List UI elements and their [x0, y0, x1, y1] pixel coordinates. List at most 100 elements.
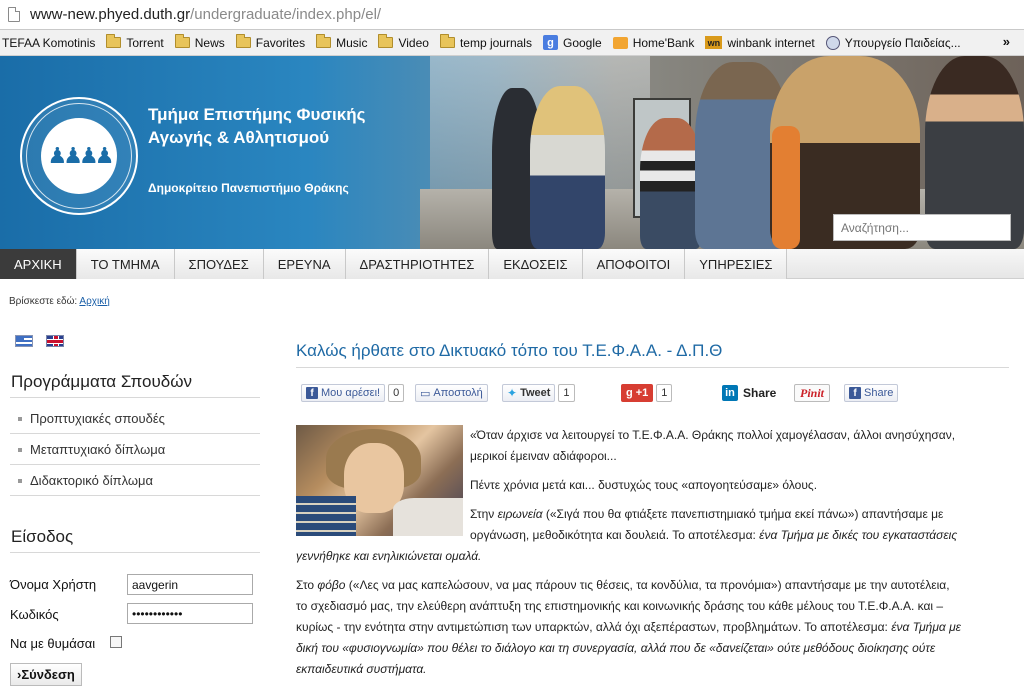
site-banner: ♟♟♟♟ Τμήμα Επιστήμης Φυσικής Αγωγής & Αθ…	[0, 56, 1024, 249]
article-photo	[296, 425, 463, 536]
fb-like-button[interactable]: f Μου αρέσει!	[301, 384, 386, 402]
divider	[10, 433, 260, 434]
bullet-icon	[18, 447, 22, 452]
facebook-icon: f	[306, 387, 318, 399]
article-paragraph-4e: εκπαιδευτικά συστήματα.	[296, 662, 427, 676]
programs-heading: Προγράμματα Σπουδών	[11, 372, 193, 391]
folder-icon	[316, 34, 332, 48]
gplus-widget: g +1 1	[621, 383, 673, 403]
nav-tab-services[interactable]: ΥΠΗΡΕΣΙΕΣ	[685, 249, 788, 279]
article-paragraph-3b: οργάνωση, μεθοδικότητα και δουλειά. Το α…	[470, 528, 958, 542]
nav-tab-alumni[interactable]: ΑΠΟΦΟΙΤΟΙ	[582, 249, 686, 279]
tweet-button[interactable]: ✦ Tweet	[502, 384, 556, 402]
article-paragraph-3: Στην ειρωνεία («Σιγά που θα φτιάξετε παν…	[470, 507, 944, 521]
login-heading: Είσοδος	[11, 527, 74, 546]
article-paragraph-4c: κυρίως - την ενότητα στην αντιμετώπιση τ…	[296, 620, 961, 634]
nav-tab-research[interactable]: ΕΡΕΥΝΑ	[263, 249, 346, 279]
bookmark-favorites[interactable]: Favorites	[235, 34, 305, 50]
title-divider	[296, 367, 1009, 368]
bookmark-winbank[interactable]: wn winbank internet	[705, 36, 815, 50]
folder-icon	[378, 34, 394, 48]
photo-shirt	[393, 498, 463, 536]
bookmark-homebank[interactable]: Home'Bank	[612, 36, 694, 50]
article-paragraph-1: «Όταν άρχισε να λειτουργεί το Τ.Ε.Φ.Α.Α.…	[470, 428, 956, 442]
bookmark-video[interactable]: Video	[378, 34, 429, 50]
pinterest-button[interactable]: Pinit	[794, 384, 831, 402]
sidebar-item-masters[interactable]: Μεταπτυχιακό δίπλωμα	[18, 442, 165, 457]
twitter-bird-icon: ✦	[507, 386, 518, 400]
fb-like-count: 0	[388, 384, 405, 402]
address-bar[interactable]: www-new.phyed.duth.gr/undergraduate/inde…	[0, 0, 1024, 30]
photo-books	[296, 496, 356, 536]
send-widget: ▭ Αποστολή	[415, 383, 488, 403]
folder-icon	[235, 34, 251, 48]
greek-flag-icon[interactable]	[15, 335, 33, 347]
article-paragraph-2: Πέντε χρόνια μετά και... δυστυχώς τους «…	[470, 478, 818, 492]
remember-label: Να με θυμάσαι	[10, 636, 96, 651]
facebook-icon: f	[849, 387, 861, 399]
university-name: Δημοκρίτειο Πανεπιστήμιο Θράκης	[148, 181, 349, 195]
bullet-icon	[18, 478, 22, 483]
fb-share-widget: f Share	[844, 383, 899, 403]
bookmark-torrent[interactable]: Torrent	[106, 34, 164, 50]
remember-checkbox[interactable]	[110, 636, 122, 648]
uk-flag-icon[interactable]	[46, 335, 64, 347]
tweet-count: 1	[558, 384, 575, 402]
bookmark-news[interactable]: News	[174, 34, 225, 50]
search-input[interactable]	[833, 214, 1011, 241]
login-button[interactable]: ›Σύνδεση	[10, 663, 82, 686]
divider	[10, 552, 260, 553]
breadcrumb: Βρίσκεστε εδώ: Αρχική	[9, 296, 110, 307]
send-button[interactable]: ▭ Αποστολή	[415, 384, 488, 402]
url-text[interactable]: www-new.phyed.duth.gr/undergraduate/inde…	[30, 6, 381, 23]
folder-icon	[439, 34, 455, 48]
page-title: Καλώς ήρθατε στο Δικτυακό τόπο του Τ.Ε.Φ…	[296, 341, 723, 360]
tweet-widget: ✦ Tweet 1	[502, 383, 575, 403]
pinterest-widget: Pinit	[794, 383, 831, 403]
article-paragraph-3c: γεννήθηκε και ενηλικιώνεται ομαλά.	[296, 549, 482, 563]
article-paragraph-4d: δική του «φυσιογνωμία» που θέλει το διάλ…	[296, 641, 936, 655]
username-field[interactable]	[127, 574, 253, 595]
department-title-line2: Αγωγής & Αθλητισμού	[148, 128, 330, 147]
message-icon: ▭	[420, 387, 431, 400]
folder-icon	[174, 34, 190, 48]
nav-tab-activities[interactable]: ΔΡΑΣΤΗΡΙΟΤΗΤΕΣ	[345, 249, 490, 279]
bookmark-music[interactable]: Music	[316, 34, 367, 50]
gplus-button[interactable]: g +1	[621, 384, 654, 402]
banner-bag	[772, 126, 800, 249]
linkedin-widget: in Share	[722, 383, 776, 403]
divider	[10, 495, 260, 496]
username-label: Όνομα Χρήστη	[10, 577, 97, 592]
gplus-count: 1	[656, 384, 673, 402]
sidebar-item-undergraduate[interactable]: Προπτυχιακές σπουδές	[18, 411, 165, 426]
breadcrumb-prefix: Βρίσκεστε εδώ:	[9, 296, 78, 307]
nav-tab-home[interactable]: ΑΡΧΙΚΗ	[0, 249, 77, 279]
globe-icon	[825, 35, 840, 50]
banner-person	[530, 86, 605, 249]
nav-tab-studies[interactable]: ΣΠΟΥΔΕΣ	[174, 249, 264, 279]
password-label: Κωδικός	[10, 607, 59, 622]
nav-tab-department[interactable]: ΤΟ ΤΜΗΜΑ	[76, 249, 175, 279]
bookmarks-more-icon[interactable]: »	[1003, 34, 1010, 49]
article-paragraph-1b: μερικοί έμειναν αδιάφοροι...	[470, 449, 617, 463]
bookmark-ministry[interactable]: Υπουργείο Παιδείας...	[825, 35, 961, 50]
bookmark-tefaa[interactable]: TEFAA Komotinis	[2, 36, 95, 50]
banner-person	[640, 118, 702, 249]
fb-like-widget: f Μου αρέσει! 0	[301, 383, 405, 403]
article-paragraph-4b: το σχεδιασμό μας, την ελεύθερη ανάπτυξη …	[296, 599, 944, 613]
page-icon	[8, 7, 20, 22]
breadcrumb-home-link[interactable]: Αρχική	[79, 296, 109, 307]
gplus-icon: g	[626, 387, 633, 399]
bookmark-google[interactable]: g Google	[542, 35, 602, 50]
password-field[interactable]	[127, 603, 253, 624]
divider	[10, 397, 260, 398]
department-title-line1: Τμήμα Επιστήμης Φυσικής	[148, 105, 366, 124]
nav-tab-publications[interactable]: ΕΚΔΟΣΕΙΣ	[489, 249, 583, 279]
bookmark-temp-journals[interactable]: temp journals	[439, 34, 532, 50]
sidebar-item-doctoral[interactable]: Διδακτορικό δίπλωμα	[18, 473, 153, 488]
article-paragraph-4: Στο φόβο («Λες να μας καπελώσουν, να μας…	[296, 578, 950, 592]
google-icon: g	[542, 35, 558, 50]
folder-icon	[106, 34, 122, 48]
linkedin-share-button[interactable]: in Share	[722, 384, 776, 402]
fb-share-button[interactable]: f Share	[844, 384, 899, 402]
